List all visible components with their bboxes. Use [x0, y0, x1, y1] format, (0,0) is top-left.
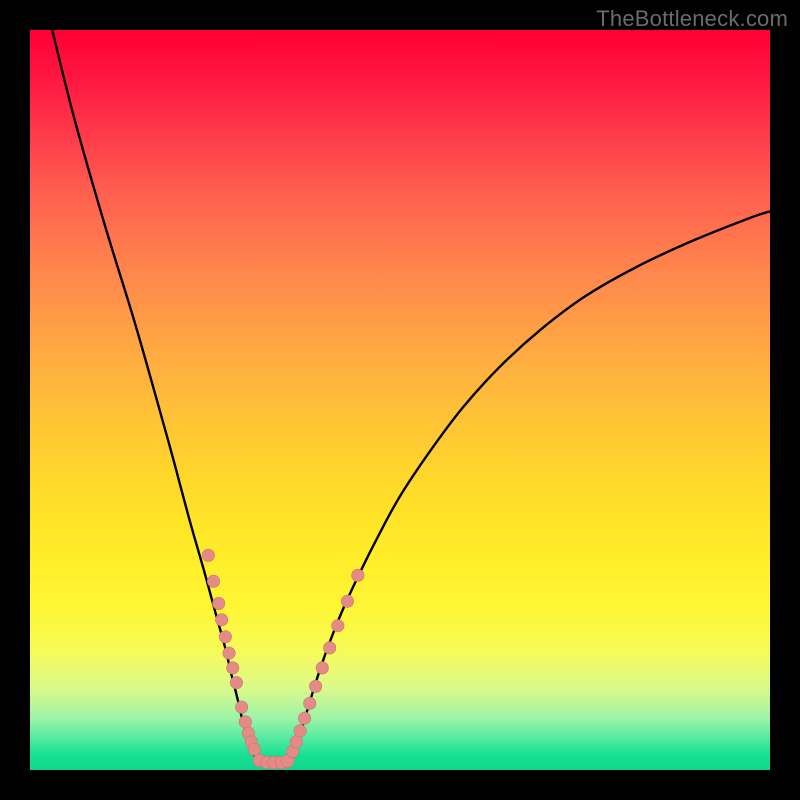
dots-left: [202, 549, 260, 755]
data-dot: [207, 575, 219, 587]
data-dot: [324, 642, 336, 654]
curve-right: [288, 211, 770, 762]
data-dot: [202, 549, 214, 561]
dots-floor: [253, 754, 294, 769]
outer-frame: TheBottleneck.com: [0, 0, 800, 800]
data-dot: [316, 662, 328, 674]
data-dot: [332, 620, 344, 632]
data-dot: [352, 569, 364, 581]
data-dot: [341, 595, 353, 607]
chart-svg: [30, 30, 770, 770]
data-dot: [235, 701, 247, 713]
dots-right: [287, 569, 365, 758]
data-dot: [298, 712, 310, 724]
data-dot: [213, 597, 225, 609]
data-dot: [227, 662, 239, 674]
data-dot: [290, 736, 302, 748]
data-dot: [309, 680, 321, 692]
watermark-text: TheBottleneck.com: [596, 6, 788, 32]
data-dot: [294, 725, 306, 737]
data-dot: [248, 743, 260, 755]
plot-area: [30, 30, 770, 770]
data-dot: [230, 676, 242, 688]
data-dot: [215, 614, 227, 626]
data-dot: [304, 697, 316, 709]
data-dot: [219, 631, 231, 643]
data-dot: [239, 716, 251, 728]
data-dot: [223, 647, 235, 659]
